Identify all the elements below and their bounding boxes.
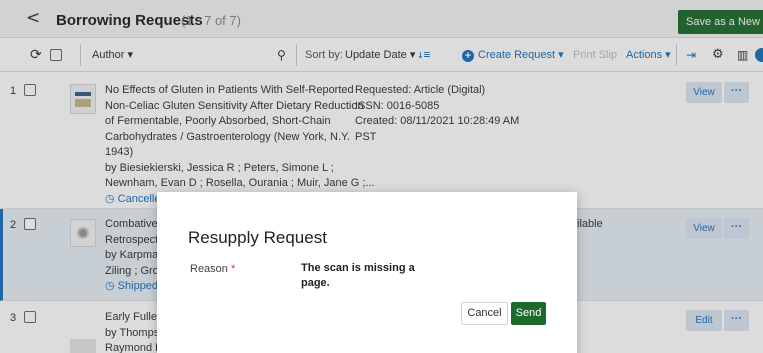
reason-label: Reason * [190, 263, 235, 275]
cancel-button[interactable]: Cancel [461, 302, 508, 325]
required-marker: * [230, 263, 236, 275]
dialog-title: Resupply Request [188, 228, 327, 247]
reason-label-text: Reason [190, 263, 228, 275]
resupply-request-dialog: Resupply Request Reason * The scan is mi… [157, 192, 577, 353]
send-button[interactable]: Send [511, 302, 546, 325]
reason-value[interactable]: The scan is missing a page. [301, 261, 421, 291]
borrowing-requests-page: < Borrowing Requests (1 - 7 of 7) Save a… [0, 0, 763, 353]
